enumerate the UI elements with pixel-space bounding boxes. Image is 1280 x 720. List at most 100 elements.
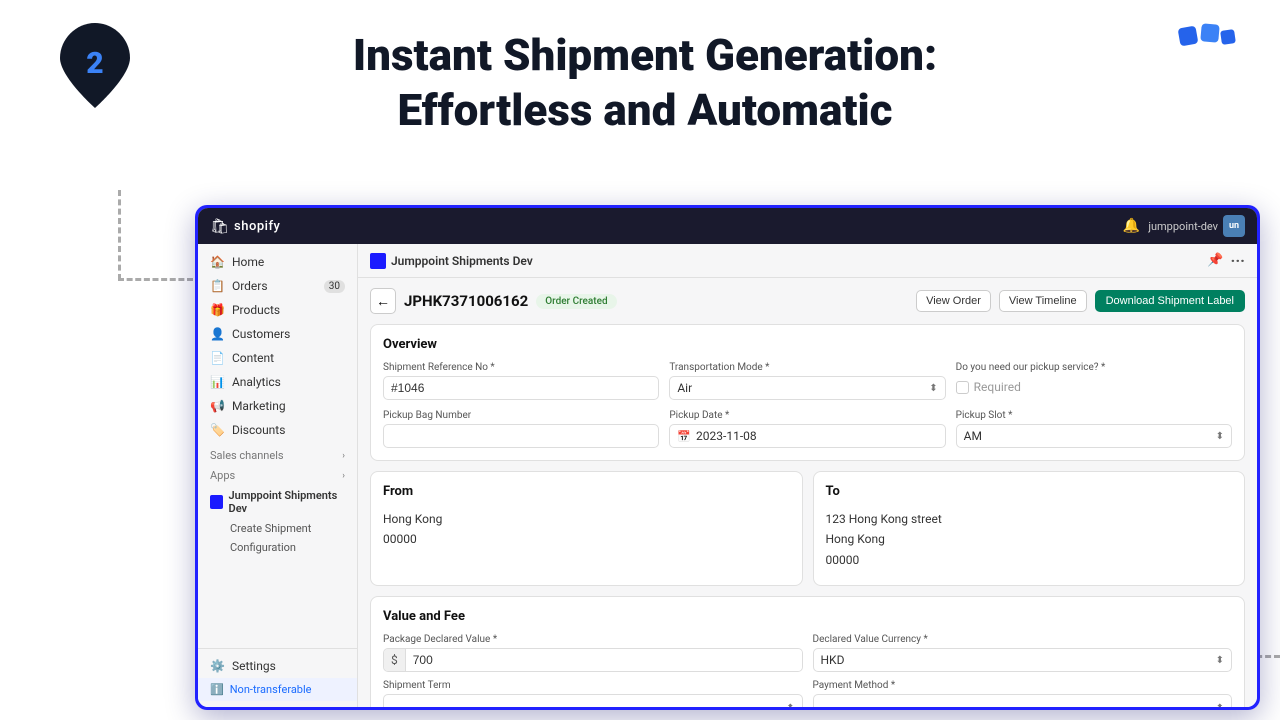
sidebar-settings[interactable]: ⚙️ Settings <box>198 654 357 678</box>
logo <box>1177 22 1242 81</box>
app-item: Jumppoint Shipments Dev <box>198 485 357 519</box>
to-title: To <box>826 484 1233 499</box>
currency-prefix: $ <box>384 649 406 671</box>
pickup-date-field: Pickup Date * 📅 2023-11-08 <box>669 410 945 448</box>
apps-label: Apps <box>210 469 235 482</box>
transport-mode-select[interactable]: Air ⬍ <box>669 376 945 400</box>
pickup-service-checkbox-label: Required <box>974 380 1021 394</box>
sales-channels-section[interactable]: Sales channels › <box>198 442 357 465</box>
payment-method-label: Payment Method * <box>813 680 1233 691</box>
account-name: jumppoint-dev <box>1148 220 1218 233</box>
value-fee-title: Value and Fee <box>383 609 1232 624</box>
pickup-bag-label: Pickup Bag Number <box>383 410 659 421</box>
shipment-term-label: Shipment Term <box>383 680 803 691</box>
currency-field: Declared Value Currency * HKD ⬍ <box>813 634 1233 672</box>
shopify-bag-icon: 🛍 <box>210 217 229 235</box>
term-chevron-icon: ⬍ <box>786 703 794 708</box>
shipment-ref-field: Shipment Reference No * <box>383 362 659 400</box>
shipment-id: JPHK7371006162 <box>404 292 528 310</box>
calendar-icon: 📅 <box>677 430 691 443</box>
page-title: Instant Shipment Generation: Effortless … <box>150 28 1140 138</box>
pickup-slot-label: Pickup Slot * <box>956 410 1232 421</box>
pickup-bag-input[interactable] <box>383 424 659 448</box>
app-brand-icon <box>210 495 223 509</box>
shipment-ref-label: Shipment Reference No * <box>383 362 659 373</box>
shipment-term-select[interactable]: ⬍ <box>383 694 803 707</box>
content-icon: 📄 <box>210 351 225 365</box>
download-shipment-label-button[interactable]: Download Shipment Label <box>1095 290 1245 312</box>
to-section: To 123 Hong Kong street Hong Kong 00000 <box>813 471 1246 586</box>
sidebar-item-marketing[interactable]: 📢 Marketing <box>198 394 357 418</box>
account-avatar: un <box>1223 215 1245 237</box>
pickup-bag-field: Pickup Bag Number <box>383 410 659 448</box>
from-address: Hong Kong 00000 <box>383 509 790 550</box>
shopify-brand-text: shopify <box>234 219 280 234</box>
sidebar-item-orders[interactable]: 📋 Orders 30 <box>198 274 357 298</box>
apps-chevron-icon: › <box>342 471 345 481</box>
settings-gear-icon: ⚙️ <box>210 659 225 673</box>
overview-title: Overview <box>383 337 1232 352</box>
sidebar-item-home[interactable]: 🏠 Home <box>198 250 357 274</box>
browser-frame: 🛍 shopify 🔔 jumppoint-dev un <box>195 205 1260 710</box>
payment-method-select[interactable]: ⬍ <box>813 694 1233 707</box>
transport-mode-field: Transportation Mode * Air ⬍ <box>669 362 945 400</box>
app-brand-name: Jumppoint Shipments Dev <box>391 254 533 268</box>
from-section: From Hong Kong 00000 <box>370 471 803 586</box>
svg-text:2: 2 <box>86 46 103 81</box>
shopify-topbar: 🛍 shopify 🔔 jumppoint-dev un <box>198 208 1257 244</box>
declared-value-input[interactable] <box>406 649 802 671</box>
sidebar-item-customers[interactable]: 👤 Customers <box>198 322 357 346</box>
slot-chevron-icon: ⬍ <box>1216 431 1224 442</box>
sidebar-create-shipment[interactable]: Create Shipment <box>198 519 357 538</box>
app-brand-icon <box>370 253 386 269</box>
sidebar-configuration[interactable]: Configuration <box>198 538 357 557</box>
sales-channels-label: Sales channels <box>210 449 284 462</box>
orders-icon: 📋 <box>210 279 225 293</box>
declared-value-field: Package Declared Value * $ <box>383 634 803 672</box>
shipment-ref-input[interactable] <box>383 376 659 400</box>
dashed-line-horizontal-left <box>118 278 193 281</box>
shipment-toolbar: ← JPHK7371006162 Order Created View Orde… <box>370 288 1245 314</box>
pickup-date-input[interactable]: 📅 2023-11-08 <box>669 424 945 448</box>
sidebar-nontransfer[interactable]: ℹ️ Non-transferable <box>198 678 357 701</box>
sidebar-item-analytics[interactable]: 📊 Analytics <box>198 370 357 394</box>
more-options-icon[interactable]: ··· <box>1231 251 1245 270</box>
payment-chevron-icon: ⬍ <box>1216 703 1224 708</box>
back-button[interactable]: ← <box>370 288 396 314</box>
sidebar-item-discounts[interactable]: 🏷️ Discounts <box>198 418 357 442</box>
shopify-logo-area: 🛍 shopify <box>210 217 280 235</box>
pickup-service-field: Do you need our pickup service? * Requir… <box>956 362 1232 400</box>
app-item-name: Jumppoint Shipments Dev <box>229 489 345 515</box>
sidebar-item-content[interactable]: 📄 Content <box>198 346 357 370</box>
products-icon: 🎁 <box>210 303 225 317</box>
step-badge-icon: 2 <box>60 23 130 108</box>
from-title: From <box>383 484 790 499</box>
pickup-service-checkbox[interactable] <box>956 381 969 394</box>
pickup-slot-select[interactable]: AM ⬍ <box>956 424 1232 448</box>
orders-badge: 30 <box>324 280 345 293</box>
app-header-bar: Jumppoint Shipments Dev 📌 ··· <box>358 244 1257 278</box>
payment-method-field: Payment Method * ⬍ <box>813 680 1233 707</box>
transport-mode-label: Transportation Mode * <box>669 362 945 373</box>
notification-bell-icon[interactable]: 🔔 <box>1123 218 1140 234</box>
info-icon: ℹ️ <box>210 683 224 696</box>
sidebar-item-products[interactable]: 🎁 Products <box>198 298 357 322</box>
customers-icon: 👤 <box>210 327 225 341</box>
home-icon: 🏠 <box>210 255 225 269</box>
apps-section[interactable]: Apps › <box>198 465 357 485</box>
shipment-term-field: Shipment Term ⬍ <box>383 680 803 707</box>
declared-value-label: Package Declared Value * <box>383 634 803 645</box>
sidebar: 🏠 Home 📋 Orders 30 🎁 Products 👤 <box>198 244 358 707</box>
pin-icon[interactable]: 📌 <box>1207 253 1223 268</box>
view-timeline-button[interactable]: View Timeline <box>999 290 1087 312</box>
app-brand: Jumppoint Shipments Dev <box>370 253 533 269</box>
marketing-icon: 📢 <box>210 399 225 413</box>
value-fee-section: Value and Fee Package Declared Value * $ <box>370 596 1245 707</box>
currency-select[interactable]: HKD ⬍ <box>813 648 1233 672</box>
view-order-button[interactable]: View Order <box>916 290 991 312</box>
account-area[interactable]: jumppoint-dev un <box>1148 215 1245 237</box>
main-panel: Jumppoint Shipments Dev 📌 ··· ← <box>358 244 1257 707</box>
status-badge: Order Created <box>536 294 616 309</box>
pickup-service-label: Do you need our pickup service? * <box>956 362 1232 373</box>
dashed-line-vertical <box>118 190 121 280</box>
